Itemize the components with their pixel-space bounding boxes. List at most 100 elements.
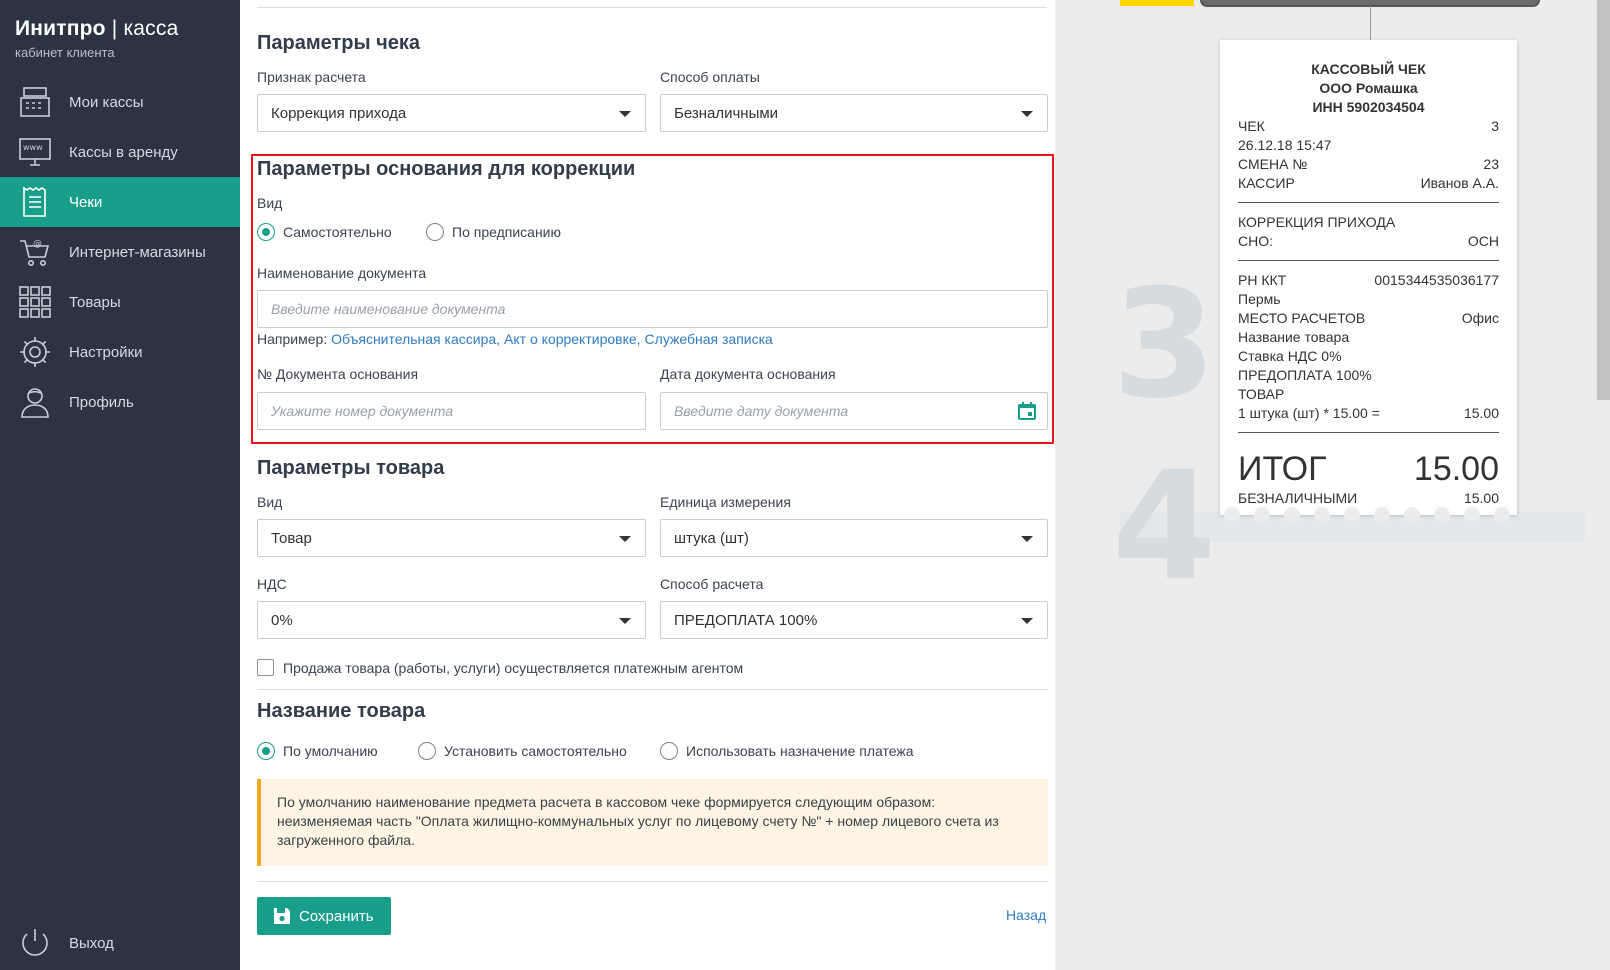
brand-subtitle: кабинет клиента [15, 45, 115, 60]
save-label: Сохранить [299, 907, 374, 925]
radio-label: По умолчанию [283, 743, 378, 759]
receipt-header-company: ООО Ромашка [1319, 80, 1418, 96]
unit-label: Единица измерения [660, 494, 791, 510]
product-kind-select[interactable]: Товар [257, 519, 646, 557]
radio-name-default[interactable]: По умолчанию [257, 742, 378, 760]
calc-method-label: Способ расчета [660, 576, 764, 592]
gear-icon [17, 334, 53, 370]
receipt-row: ЧЕК 3 [1238, 118, 1499, 134]
unit-value: штука (шт) [674, 529, 749, 547]
radio-name-custom[interactable]: Установить самостоятельно [418, 742, 627, 760]
product-name-title: Название товара [257, 700, 426, 722]
payment-agent-checkbox[interactable]: Продажа товара (работы, услуги) осуществ… [257, 659, 743, 676]
payment-method-value: Безналичными [674, 104, 779, 122]
sidebar-item-settings[interactable]: Настройки [0, 327, 240, 377]
sidebar-item-profile[interactable]: Профиль [0, 377, 240, 427]
sidebar-item-receipts[interactable]: Чеки [0, 177, 240, 227]
payment-method-select[interactable]: Безналичными [660, 94, 1048, 132]
settlement-label: Признак расчета [257, 69, 366, 85]
grid-icon [17, 284, 53, 320]
sidebar-item-label: Интернет-магазины [69, 243, 206, 261]
receipt-row: 26.12.18 15:47 [1238, 137, 1332, 153]
settlement-select[interactable]: Коррекция прихода [257, 94, 646, 132]
settlement-value: Коррекция прихода [271, 104, 407, 122]
svg-text:www: www [23, 143, 43, 152]
radio-icon [418, 742, 436, 760]
checkbox-label: Продажа товара (работы, услуги) осуществ… [283, 659, 744, 676]
receipt-row: Ставка НДС 0% [1238, 348, 1342, 364]
receipt-row: ТОВАР [1238, 386, 1285, 402]
receipt-row: РН ККТ 0015344535036177 [1238, 272, 1499, 288]
brand-title: Инитпро | касса [15, 17, 179, 40]
divider [257, 881, 1048, 882]
sidebar-item-web-shops[interactable]: @ Интернет-магазины [0, 227, 240, 277]
chevron-down-icon [1021, 111, 1033, 117]
chevron-down-icon [1021, 536, 1033, 542]
receipt-total: ИТОГ 15.00 [1238, 450, 1499, 488]
receipt-header-inn: ИНН 5902034504 [1312, 99, 1425, 115]
receipt-divider [1238, 202, 1499, 203]
receipt-row: КАССИР Иванов А.А. [1238, 175, 1499, 191]
yellow-tab [1120, 0, 1194, 6]
sidebar-item-goods[interactable]: Товары [0, 277, 240, 327]
sidebar: Инитпро | касса кабинет клиента Мои касс… [0, 0, 240, 970]
logout-button[interactable]: Выход [17, 925, 114, 961]
receipt-icon [17, 184, 53, 220]
receipt-divider [1238, 432, 1499, 433]
check-params-title: Параметры чека [257, 32, 421, 54]
scrollbar[interactable] [1597, 0, 1610, 400]
highlight-frame [251, 154, 1054, 444]
radio-icon [660, 742, 678, 760]
svg-text:@: @ [33, 239, 42, 249]
receipt-row: СНО: ОСН [1238, 233, 1499, 249]
receipt-header-title: КАССОВЫЙ ЧЕК [1311, 61, 1426, 77]
receipt-divider [1238, 260, 1499, 261]
www-monitor-icon: www [17, 134, 53, 170]
calc-method-value: ПРЕДОПЛАТА 100% [674, 611, 818, 629]
receipt-row: ПРЕДОПЛАТА 100% [1238, 367, 1372, 383]
vat-select[interactable]: 0% [257, 601, 646, 639]
divider [257, 7, 1047, 8]
receipt-payment-row: БЕЗНАЛИЧНЫМИ 15.00 [1238, 490, 1499, 506]
receipt-preview: КАССОВЫЙ ЧЕК ООО Ромашка ИНН 5902034504 … [1220, 40, 1517, 515]
step-number-3: 3 [1112, 258, 1217, 432]
receipt-torn-edge [1220, 507, 1517, 521]
unit-select[interactable]: штука (шт) [660, 519, 1048, 557]
sidebar-item-label: Профиль [69, 393, 134, 411]
product-kind-value: Товар [271, 529, 312, 547]
radio-label: Использовать назначение платежа [686, 743, 914, 759]
sidebar-item-label: Товары [69, 293, 121, 311]
receipt-row: МЕСТО РАСЧЕТОВ Офис [1238, 310, 1499, 326]
sidebar-item-rent-registers[interactable]: www Кассы в аренду [0, 127, 240, 177]
info-note: По умолчанию наименование предмета расче… [257, 779, 1048, 866]
chevron-down-icon [619, 536, 631, 542]
sidebar-nav: Мои кассы www Кассы в аренду Чеки @ Инте… [0, 77, 240, 427]
sidebar-item-label: Настройки [69, 343, 143, 361]
user-icon [17, 384, 53, 420]
chevron-down-icon [619, 618, 631, 624]
save-button[interactable]: Сохранить [257, 897, 391, 935]
brand-logo[interactable]: Инитпро | касса кабинет клиента [15, 17, 178, 60]
sidebar-item-my-registers[interactable]: Мои кассы [0, 77, 240, 127]
receipt-row: Пермь [1238, 291, 1281, 307]
sidebar-item-label: Мои кассы [69, 93, 144, 111]
floppy-icon [274, 908, 290, 924]
divider [257, 689, 1048, 690]
calc-method-select[interactable]: ПРЕДОПЛАТА 100% [660, 601, 1048, 639]
product-kind-label: Вид [257, 494, 283, 510]
printer-line [1370, 6, 1371, 40]
receipt-row: СМЕНА № 23 [1238, 156, 1499, 172]
checkbox-icon [257, 659, 274, 676]
payment-method-label: Способ оплаты [660, 69, 760, 85]
back-link[interactable]: Назад [1006, 907, 1046, 923]
power-icon [17, 925, 53, 961]
receipt-row: КОРРЕКЦИЯ ПРИХОДА [1238, 214, 1396, 230]
sidebar-item-label: Кассы в аренду [69, 143, 178, 161]
step-number-4: 4 [1112, 440, 1217, 614]
receipt-row: 1 штука (шт) * 15.00 = 15.00 [1238, 405, 1499, 421]
radio-name-payment-purpose[interactable]: Использовать назначение платежа [660, 742, 914, 760]
chevron-down-icon [1021, 618, 1033, 624]
vat-value: 0% [271, 611, 293, 629]
main-form-panel: Параметры чека Признак расчета Коррекция… [240, 0, 1055, 970]
logout-label: Выход [69, 934, 114, 952]
